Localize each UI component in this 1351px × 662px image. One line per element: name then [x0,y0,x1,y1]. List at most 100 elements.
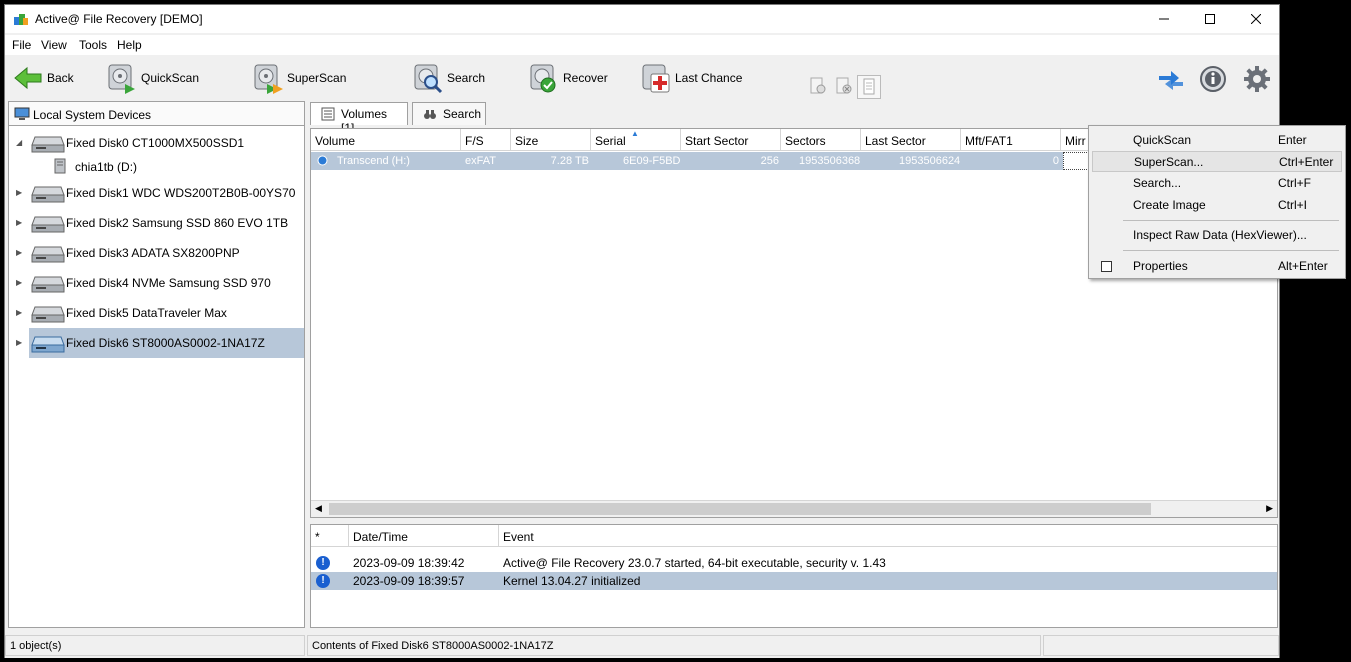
minimize-icon [1159,18,1169,20]
expand-arrow-icon[interactable]: ▶ [16,308,22,317]
binoculars-icon [424,110,436,119]
menu-separator [1123,250,1339,251]
last-chance-button[interactable]: Last Chance [641,61,742,95]
scrollbar-thumb[interactable] [329,503,1151,515]
menu-file[interactable]: File [12,38,31,52]
swap-arrows-icon[interactable] [1157,68,1185,92]
scroll-left-icon[interactable]: ◀ [315,503,322,514]
computer-icon [14,107,30,120]
close-icon [1251,14,1261,24]
ctx-superscan[interactable]: SuperScan... Ctrl+Enter [1092,151,1342,172]
scroll-right-icon[interactable]: ▶ [1266,503,1273,514]
log-col-event[interactable]: Event [499,525,1277,547]
ctx-quickscan[interactable]: QuickScan Enter [1092,130,1342,151]
expand-arrow-icon[interactable]: ▶ [16,188,22,197]
log-row[interactable]: ! 2023-09-09 18:39:42 Active@ File Recov… [311,554,1277,572]
remove-file-icon[interactable] [835,77,853,95]
log-col-marker[interactable]: * [311,525,349,547]
checkbox-icon [1101,261,1112,272]
gear-icon[interactable] [1243,65,1271,93]
status-bar: 1 object(s) Contents of Fixed Disk6 ST80… [5,633,1279,658]
sort-asc-icon: ▲ [631,129,639,138]
focus-cell [1063,152,1091,170]
col-fs[interactable]: F/S [461,129,511,151]
expand-arrow-icon[interactable]: ▶ [16,248,22,257]
first-aid-icon [642,64,670,93]
recover-button[interactable]: Recover [529,61,608,95]
hard-disk-icon [31,336,65,353]
ctx-inspect-raw[interactable]: Inspect Raw Data (HexViewer)... [1092,225,1342,246]
ctx-properties[interactable]: Properties Alt+Enter [1092,256,1342,277]
log-row[interactable]: ! 2023-09-09 18:39:57 Kernel 13.04.27 in… [311,572,1277,590]
hard-disk-icon [31,276,65,293]
cell-fs: exFAT [465,155,496,167]
hard-disk-icon [31,246,65,263]
cell-serial: 6E09-F5BD [623,155,681,167]
document-icon[interactable] [857,75,881,99]
menu-tools[interactable]: Tools [79,38,107,52]
tree-item-volume-d[interactable]: chia1tb (D:) [9,154,304,178]
expand-arrow-icon[interactable]: ▶ [16,278,22,287]
close-button[interactable] [1233,5,1279,33]
quickscan-button[interactable]: QuickScan [107,61,199,95]
disk-recover-icon [530,64,556,93]
search-button[interactable]: Search [413,61,485,95]
expand-arrow-icon[interactable]: ▶ [16,218,22,227]
log-event: Active@ File Recovery 23.0.7 started, 64… [503,556,886,570]
ctx-create-image[interactable]: Create Image Ctrl+I [1092,195,1342,216]
log-event: Kernel 13.04.27 initialized [503,574,641,588]
tree-item-disk1[interactable]: ▶ Fixed Disk1 WDC WDS200T2B0B-00YS70 [9,178,304,208]
tree-item-disk2[interactable]: ▶ Fixed Disk2 Samsung SSD 860 EVO 1TB [9,208,304,238]
tree-item-disk4[interactable]: ▶ Fixed Disk4 NVMe Samsung SSD 970 [9,268,304,298]
col-mft[interactable]: Mft/FAT1 [961,129,1061,151]
col-serial[interactable]: Serial ▲ [591,129,681,151]
expand-arrow-icon[interactable]: ▶ [16,338,22,347]
col-volume[interactable]: Volume [311,129,461,151]
log-time: 2023-09-09 18:39:57 [353,574,465,588]
ctx-search[interactable]: Search... Ctrl+F [1092,173,1342,194]
tab-volumes[interactable]: Volumes [1] [310,102,408,135]
event-log: * Date/Time Event ! 2023-09-09 18:39:42 … [310,524,1278,628]
menu-view[interactable]: View [41,38,67,52]
col-size[interactable]: Size [511,129,591,151]
back-arrow-icon [14,66,42,90]
log-col-datetime[interactable]: Date/Time [349,525,499,547]
app-window: Active@ File Recovery [DEMO] File View T… [4,4,1280,658]
menu-help[interactable]: Help [117,38,142,52]
volume-status-icon [317,155,328,166]
menu-bar: File View Tools Help [5,35,1279,55]
context-menu: QuickScan Enter SuperScan... Ctrl+Enter … [1088,125,1346,279]
hard-disk-icon [31,136,65,153]
tree-item-disk3[interactable]: ▶ Fixed Disk3 ADATA SX8200PNP [9,238,304,268]
list-icon [321,107,335,121]
toolbar: Back QuickScan SuperScan Search Recover … [5,55,1279,101]
tab-search[interactable]: Search [412,102,486,125]
col-sectors[interactable]: Sectors [781,129,861,151]
cell-sectors: 1953506368 [799,155,861,167]
disk-superscan-icon [254,64,283,94]
tree-item-disk5[interactable]: ▶ Fixed Disk5 DataTraveler Max [9,298,304,328]
col-last-sector[interactable]: Last Sector [861,129,961,151]
check-file-icon[interactable] [809,77,827,95]
minimize-button[interactable] [1141,5,1187,33]
about-info-icon[interactable] [1199,65,1227,93]
back-button[interactable]: Back [13,61,74,95]
info-icon: ! [316,556,330,570]
tree-item-disk6[interactable]: ▶ Fixed Disk6 ST8000AS0002-1NA17Z [9,328,304,358]
disk-search-icon [414,64,443,94]
cell-size: 7.28 TB [550,155,589,167]
cell-mft: 0 [1052,155,1059,167]
table-row[interactable]: Transcend (H:) exFAT 7.28 TB 6E09-F5BD 2… [311,152,1063,170]
status-extra [1043,635,1279,656]
horizontal-scrollbar[interactable]: ◀ ▶ [311,500,1277,517]
app-icon [14,14,28,25]
superscan-button[interactable]: SuperScan [253,61,346,95]
hard-disk-icon [31,306,65,323]
device-tree-header: Local System Devices [9,102,304,126]
collapse-arrow-icon[interactable]: ◢ [16,138,22,147]
device-tree-panel: Local System Devices ◢ Fixed Disk0 CT100… [8,101,305,628]
col-start-sector[interactable]: Start Sector [681,129,781,151]
maximize-icon [1205,14,1215,24]
maximize-button[interactable] [1187,5,1233,33]
title-bar: Active@ File Recovery [DEMO] [5,5,1279,33]
